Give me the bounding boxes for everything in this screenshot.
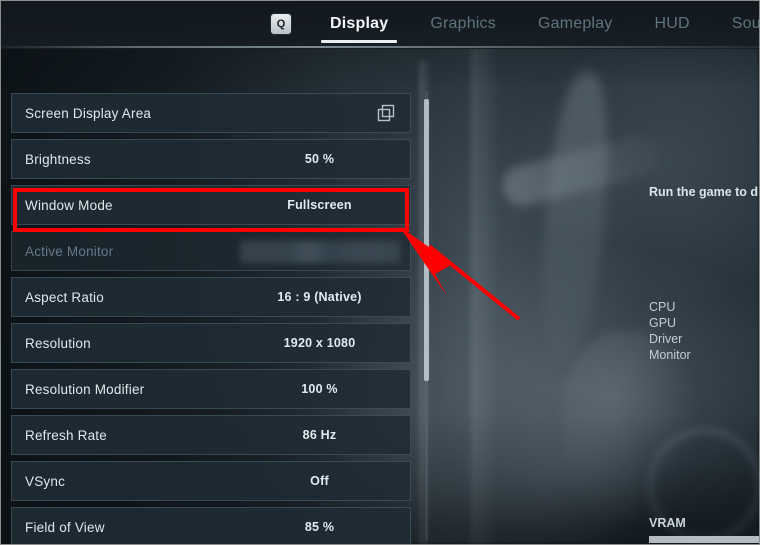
setting-row-resolution[interactable]: Resolution 1920 x 1080 — [11, 323, 411, 363]
tab-hud[interactable]: HUD — [633, 1, 710, 47]
spec-label-driver: Driver — [649, 332, 683, 346]
setting-row-active-monitor: Active Monitor — [11, 231, 411, 271]
setting-row-resolution-modifier[interactable]: Resolution Modifier 100 % — [11, 369, 411, 409]
setting-value: 85 % — [304, 520, 335, 534]
setting-row-screen-display-area[interactable]: Screen Display Area — [11, 93, 411, 133]
setting-label: Active Monitor — [25, 243, 114, 259]
tab-list: Q Display Graphics Gameplay HUD Sound La… — [271, 1, 759, 47]
setting-value: 50 % — [304, 152, 335, 166]
overlapping-squares-icon[interactable] — [376, 103, 396, 123]
tab-graphics[interactable]: Graphics — [409, 1, 517, 47]
spec-label-gpu: GPU — [649, 316, 677, 330]
setting-row-aspect-ratio[interactable]: Aspect Ratio 16 : 9 (Native) — [11, 277, 411, 317]
keycap-q-icon: Q — [271, 14, 291, 34]
setting-label: Field of View — [25, 519, 105, 535]
setting-label: Window Mode — [25, 197, 113, 213]
setting-label: VSync — [25, 473, 66, 489]
setting-label: Brightness — [25, 151, 91, 167]
system-spec-list: CPU GPU Driver Monitor — [649, 299, 691, 363]
setting-label: Resolution Modifier — [25, 381, 145, 397]
spec-label-cpu: CPU — [649, 300, 676, 314]
setting-label: Resolution — [25, 335, 91, 351]
setting-row-window-mode[interactable]: Window Mode Fullscreen — [11, 185, 411, 225]
game-settings-screen: Q Display Graphics Gameplay HUD Sound La… — [0, 0, 760, 545]
settings-tab-bar: Q Display Graphics Gameplay HUD Sound La… — [1, 1, 759, 49]
tab-gameplay[interactable]: Gameplay — [517, 1, 634, 47]
setting-row-refresh-rate[interactable]: Refresh Rate 86 Hz — [11, 415, 411, 455]
display-settings-list: Screen Display Area Brightness 50 % Wind… — [11, 93, 411, 544]
vram-label: VRAM — [649, 516, 686, 530]
setting-row-field-of-view[interactable]: Field of View 85 % — [11, 507, 411, 544]
setting-value: 16 : 9 (Native) — [277, 290, 362, 304]
setting-label: Aspect Ratio — [25, 289, 104, 305]
spec-label-monitor: Monitor — [649, 348, 691, 362]
setting-value: Off — [310, 474, 329, 488]
setting-label: Refresh Rate — [25, 427, 107, 443]
setting-row-brightness[interactable]: Brightness 50 % — [11, 139, 411, 179]
setting-label: Screen Display Area — [25, 105, 152, 121]
tab-sound[interactable]: Sound — [711, 1, 759, 47]
setting-value: 1920 x 1080 — [283, 336, 356, 350]
settings-scrollbar-thumb[interactable] — [424, 99, 429, 381]
setting-row-vsync[interactable]: VSync Off — [11, 461, 411, 501]
tab-display[interactable]: Display — [309, 1, 409, 47]
setting-value-blurred — [240, 241, 400, 263]
setting-value: 86 Hz — [302, 428, 337, 442]
vram-usage-bar — [649, 536, 759, 543]
setting-value: 100 % — [301, 382, 338, 396]
benchmark-hint-text: Run the game to d — [649, 185, 759, 199]
setting-value: Fullscreen — [287, 198, 352, 212]
